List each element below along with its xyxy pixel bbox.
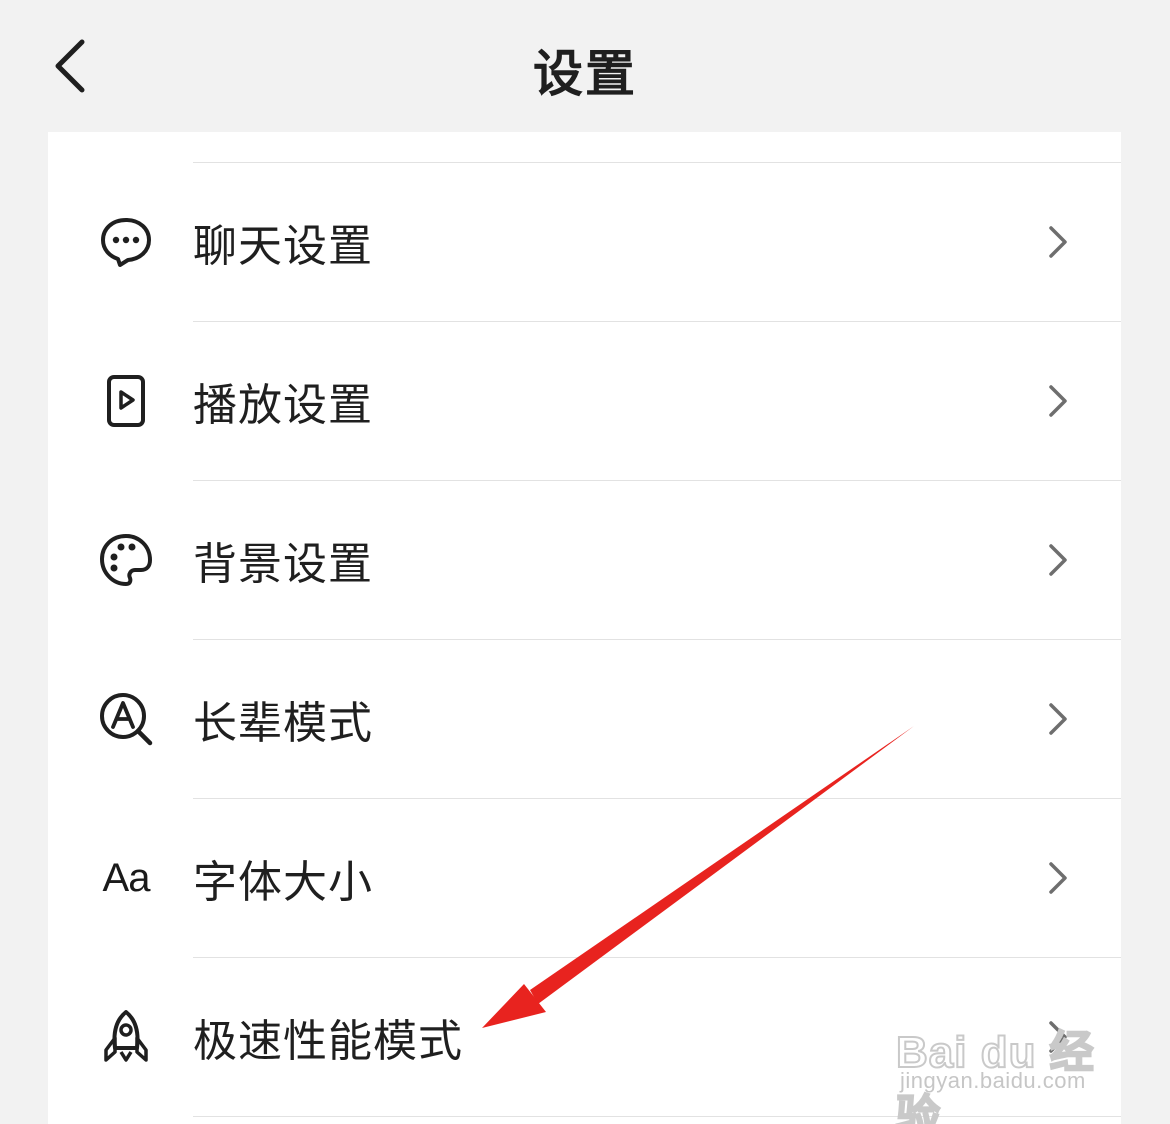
play-screen-icon xyxy=(96,371,156,431)
settings-item-label: 极速性能模式 xyxy=(193,1016,463,1067)
settings-page: 设置 聊天设置 播放设置 背景设置 长辈模式 Aa 字体大小 极速性能模式 Ba… xyxy=(0,0,1170,1124)
palette-icon xyxy=(96,530,156,590)
settings-item-label: 长辈模式 xyxy=(193,698,373,749)
chevron-right-icon xyxy=(1043,699,1073,739)
settings-item-elder-mode[interactable]: 长辈模式 xyxy=(48,640,1121,798)
settings-item-label: 背景设置 xyxy=(193,539,373,590)
chat-bubble-icon xyxy=(96,212,156,272)
font-size-icon-text: Aa xyxy=(102,855,151,900)
divider xyxy=(193,1116,1121,1117)
rocket-icon xyxy=(96,1007,156,1067)
chevron-right-icon xyxy=(1043,858,1073,898)
settings-item-chat[interactable]: 聊天设置 xyxy=(48,163,1121,321)
settings-item-label: 播放设置 xyxy=(193,380,373,431)
chevron-right-icon xyxy=(1043,222,1073,262)
settings-item-background[interactable]: 背景设置 xyxy=(48,481,1121,639)
font-size-icon: Aa xyxy=(96,848,156,908)
settings-list: 聊天设置 播放设置 背景设置 长辈模式 Aa 字体大小 极速性能模式 xyxy=(48,132,1121,1124)
settings-item-playback[interactable]: 播放设置 xyxy=(48,322,1121,480)
chevron-right-icon xyxy=(1043,1017,1073,1057)
settings-item-font-size[interactable]: Aa 字体大小 xyxy=(48,799,1121,957)
settings-item-label: 字体大小 xyxy=(193,857,373,908)
chevron-right-icon xyxy=(1043,540,1073,580)
navigation-bar: 设置 xyxy=(0,0,1170,132)
settings-item-label: 聊天设置 xyxy=(193,221,373,272)
settings-item-performance-mode[interactable]: 极速性能模式 xyxy=(48,958,1121,1116)
chevron-right-icon xyxy=(1043,381,1073,421)
magnify-a-icon xyxy=(96,689,156,749)
page-title: 设置 xyxy=(533,45,637,103)
